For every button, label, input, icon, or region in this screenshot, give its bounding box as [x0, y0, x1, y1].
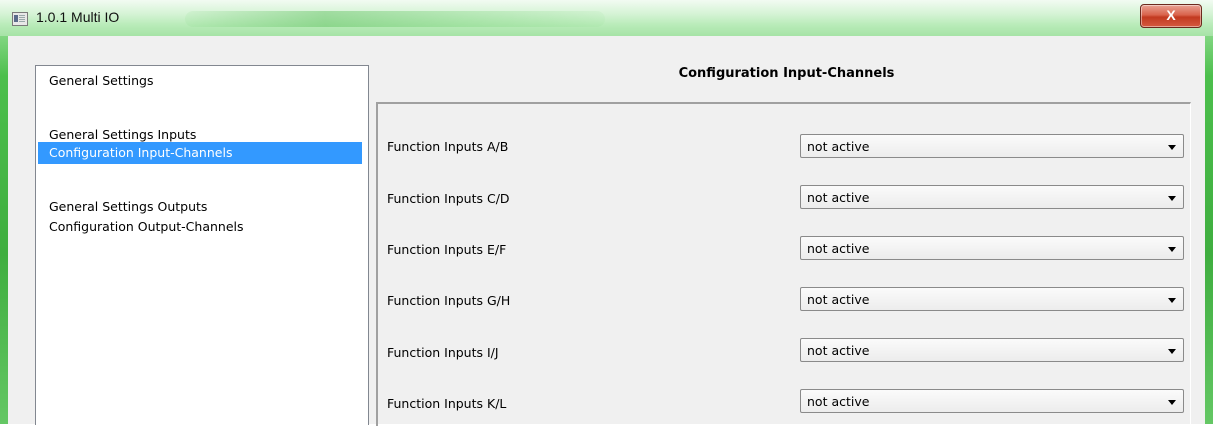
- nav-item-general-settings[interactable]: General Settings: [38, 70, 362, 92]
- select-value: not active: [807, 139, 870, 154]
- chevron-down-icon: [1168, 400, 1176, 405]
- function-inputs-cd-label: Function Inputs C/D: [387, 191, 510, 206]
- function-inputs-ij-select[interactable]: not active: [800, 338, 1184, 362]
- function-inputs-gh-label: Function Inputs G/H: [387, 293, 511, 308]
- function-inputs-cd-select[interactable]: not active: [800, 185, 1184, 209]
- chevron-down-icon: [1168, 196, 1176, 201]
- function-inputs-kl-select[interactable]: not active: [800, 389, 1184, 413]
- title-bar[interactable]: 1.0.1 Multi IO X: [0, 0, 1213, 36]
- select-value: not active: [807, 190, 870, 205]
- window-title: 1.0.1 Multi IO: [36, 9, 120, 25]
- nav-item-configuration-output-channels[interactable]: Configuration Output-Channels: [38, 216, 362, 238]
- function-inputs-ef-select[interactable]: not active: [800, 236, 1184, 260]
- chevron-down-icon: [1168, 247, 1176, 252]
- function-inputs-ef-label: Function Inputs E/F: [387, 242, 507, 257]
- select-value: not active: [807, 394, 870, 409]
- app-icon[interactable]: [12, 12, 28, 26]
- dialog-client-area: General Settings General Settings Inputs…: [8, 36, 1205, 426]
- app-window: 1.0.1 Multi IO X General Settings Genera…: [0, 0, 1213, 426]
- chevron-down-icon: [1168, 145, 1176, 150]
- function-inputs-kl-label: Function Inputs K/L: [387, 396, 507, 411]
- nav-item-general-settings-outputs[interactable]: General Settings Outputs: [38, 196, 362, 218]
- panel-title: Configuration Input-Channels: [678, 66, 895, 81]
- select-value: not active: [807, 343, 870, 358]
- select-value: not active: [807, 241, 870, 256]
- nav-item-configuration-input-channels[interactable]: Configuration Input-Channels: [38, 142, 362, 164]
- chevron-down-icon: [1168, 298, 1176, 303]
- select-value: not active: [807, 292, 870, 307]
- function-inputs-ab-label: Function Inputs A/B: [387, 139, 509, 154]
- function-inputs-gh-select[interactable]: not active: [800, 287, 1184, 311]
- function-inputs-ab-select[interactable]: not active: [800, 134, 1184, 158]
- close-button[interactable]: X: [1140, 4, 1202, 28]
- chevron-down-icon: [1168, 349, 1176, 354]
- function-inputs-ij-label: Function Inputs I/J: [387, 345, 499, 360]
- settings-nav-list: General Settings General Settings Inputs…: [35, 65, 369, 425]
- blurred-menu-bar: [185, 11, 605, 27]
